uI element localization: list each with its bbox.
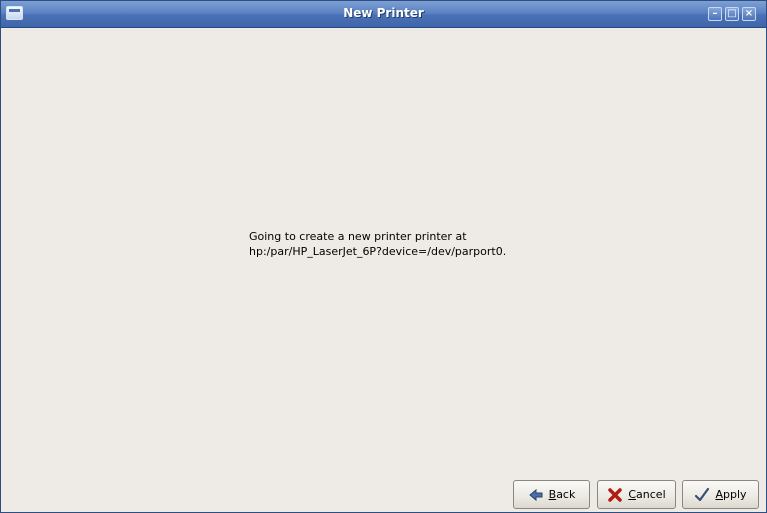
new-printer-dialog: New Printer – □ × Going to create a new … [0, 0, 767, 513]
back-label: Back [548, 488, 576, 501]
apply-label: Apply [715, 488, 747, 501]
message-line-2: hp:/par/HP_LaserJet_6P?device=/dev/parpo… [249, 245, 507, 258]
back-arrow-icon [528, 488, 543, 501]
close-icon[interactable]: × [742, 7, 756, 21]
message-line-1: Going to create a new printer printer at [249, 230, 467, 243]
confirmation-message: Going to create a new printer printer at… [249, 229, 506, 259]
back-button[interactable]: Back [513, 480, 590, 509]
cancel-x-icon [608, 487, 623, 502]
cancel-label: Cancel [628, 488, 666, 501]
window-title: New Printer [343, 6, 424, 20]
apply-button[interactable]: Apply [682, 480, 759, 509]
cancel-button[interactable]: Cancel [597, 480, 676, 509]
minimize-icon[interactable]: – [708, 7, 722, 21]
title-bar[interactable]: New Printer – □ × [1, 1, 766, 28]
checkmark-icon [695, 487, 710, 501]
maximize-icon[interactable]: □ [725, 7, 739, 21]
